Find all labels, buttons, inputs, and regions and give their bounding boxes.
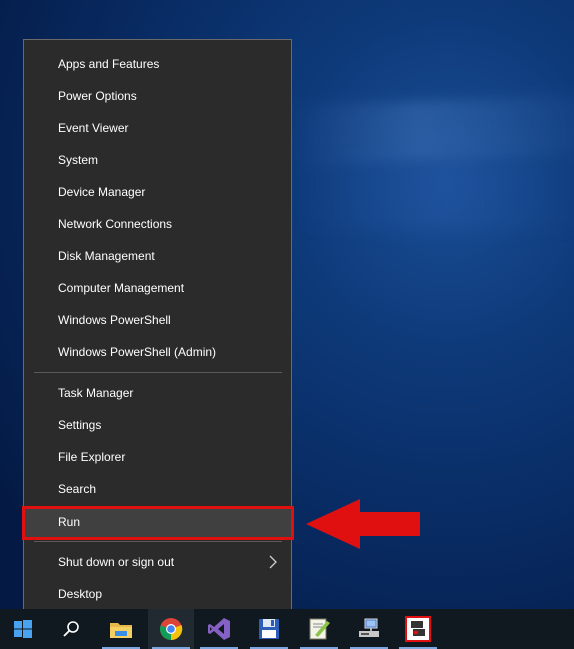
menu-item-label: Apps and Features xyxy=(58,57,160,71)
menu-item-label: Device Manager xyxy=(58,185,146,199)
menu-item-label: Windows PowerShell xyxy=(58,313,171,327)
taskbar-notepad-plus[interactable] xyxy=(296,609,342,649)
menu-item-label: Power Options xyxy=(58,89,137,103)
search-button[interactable] xyxy=(48,609,94,649)
menu-item-windows-powershell-admin[interactable]: Windows PowerShell (Admin) xyxy=(24,336,291,368)
menu-item-run[interactable]: Run xyxy=(24,506,291,538)
menu-item-label: Disk Management xyxy=(58,249,155,263)
menu-item-label: Settings xyxy=(58,418,102,432)
taskbar-visual-studio[interactable] xyxy=(196,609,242,649)
menu-item-desktop[interactable]: Desktop xyxy=(24,578,291,610)
menu-item-label: Event Viewer xyxy=(58,121,129,135)
menu-item-label: Desktop xyxy=(58,587,103,601)
taskbar-remote-desktop[interactable] xyxy=(395,609,441,649)
start-button[interactable] xyxy=(0,609,46,649)
taskbar-file-explorer[interactable] xyxy=(98,609,144,649)
menu-item-settings[interactable]: Settings xyxy=(24,409,291,441)
taskbar-save-app[interactable] xyxy=(246,609,292,649)
menu-item-label: Computer Management xyxy=(58,281,185,295)
menu-item-shut-down-or-sign-out[interactable]: Shut down or sign out xyxy=(24,546,291,578)
menu-item-computer-management[interactable]: Computer Management xyxy=(24,272,291,304)
menu-item-label: Task Manager xyxy=(58,386,134,400)
menu-item-task-manager[interactable]: Task Manager xyxy=(24,377,291,409)
menu-separator xyxy=(34,372,282,373)
chrome-icon xyxy=(160,618,183,641)
menu-item-file-explorer[interactable]: File Explorer xyxy=(24,441,291,473)
menu-item-label: System xyxy=(58,153,99,167)
taskbar-network-app[interactable] xyxy=(346,609,392,649)
remote-desktop-icon xyxy=(405,616,431,642)
menu-item-apps-and-features[interactable]: Apps and Features xyxy=(24,48,291,80)
menu-item-windows-powershell[interactable]: Windows PowerShell xyxy=(24,304,291,336)
menu-item-label: Run xyxy=(58,515,81,529)
power-user-menu: Apps and Features Power Options Event Vi… xyxy=(23,39,292,618)
menu-item-label: Windows PowerShell (Admin) xyxy=(58,345,217,359)
menu-item-search[interactable]: Search xyxy=(24,473,291,505)
menu-item-power-options[interactable]: Power Options xyxy=(24,80,291,112)
chevron-right-icon xyxy=(269,555,277,569)
taskbar-chrome[interactable] xyxy=(148,609,194,649)
red-left-arrow-icon xyxy=(306,499,420,549)
menu-item-label: Network Connections xyxy=(58,217,173,231)
taskbar xyxy=(0,609,574,649)
menu-item-system[interactable]: System xyxy=(24,144,291,176)
menu-item-event-viewer[interactable]: Event Viewer xyxy=(24,112,291,144)
wallpaper-light-band xyxy=(289,94,574,166)
menu-item-label: Search xyxy=(58,482,97,496)
network-computer-icon xyxy=(359,618,379,637)
save-floppy-icon xyxy=(259,619,279,639)
menu-item-label: File Explorer xyxy=(58,450,126,464)
notepad-plus-icon xyxy=(309,618,330,640)
windows-start-icon xyxy=(14,620,32,638)
file-explorer-icon xyxy=(110,623,132,638)
menu-item-network-connections[interactable]: Network Connections xyxy=(24,208,291,240)
menu-item-device-manager[interactable]: Device Manager xyxy=(24,176,291,208)
menu-separator xyxy=(34,541,282,542)
menu-item-disk-management[interactable]: Disk Management xyxy=(24,240,291,272)
menu-item-label: Shut down or sign out xyxy=(58,555,175,569)
visual-studio-icon xyxy=(208,618,230,640)
wallpaper-light-band-lower xyxy=(300,160,574,230)
search-icon xyxy=(63,621,79,637)
